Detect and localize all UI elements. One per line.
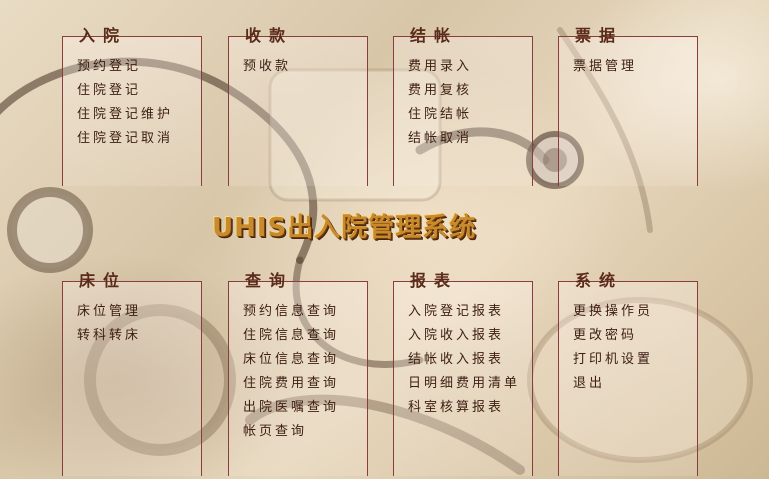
menu-list: 预约登记 住院登记 住院登记维护 住院登记取消 <box>63 36 201 152</box>
menu-panel-beds: 床位 床位管理 转科转床 <box>62 271 202 476</box>
panel-title: 查询 <box>245 271 294 290</box>
menu-item-change-operator[interactable]: 更换操作员 <box>573 301 697 325</box>
menu-item-change-password[interactable]: 更改密码 <box>573 325 697 349</box>
menu-list: 更换操作员 更改密码 打印机设置 退出 <box>559 281 697 397</box>
panel-header: 系统 <box>558 271 698 293</box>
panel-header: 票据 <box>558 26 698 48</box>
menu-item-reservation-query[interactable]: 预约信息查询 <box>243 301 367 325</box>
panel-header: 入院 <box>62 26 202 48</box>
panel-header: 报表 <box>393 271 533 293</box>
menu-item-prepayment[interactable]: 预收款 <box>243 56 367 80</box>
panel-title: 床位 <box>79 271 128 290</box>
menu-list: 费用录入 费用复核 住院结帐 结帐取消 <box>394 36 532 152</box>
menu-item-account-page-query[interactable]: 帐页查询 <box>243 421 367 445</box>
panel-header: 查询 <box>228 271 368 293</box>
menu-item-settlement-income-report[interactable]: 结帐收入报表 <box>408 349 532 373</box>
menu-panel-settlement: 结帐 费用录入 费用复核 住院结帐 结帐取消 <box>393 26 533 186</box>
menu-item-admission-report[interactable]: 入院登记报表 <box>408 301 532 325</box>
menu-item-inpatient-settlement[interactable]: 住院结帐 <box>408 104 532 128</box>
menu-item-inpatient-register-cancel[interactable]: 住院登记取消 <box>77 128 201 152</box>
menu-item-reservation-register[interactable]: 预约登记 <box>77 56 201 80</box>
panel-header: 结帐 <box>393 26 533 48</box>
menu-item-fee-query[interactable]: 住院费用查询 <box>243 373 367 397</box>
menu-item-inpatient-register-maintain[interactable]: 住院登记维护 <box>77 104 201 128</box>
menu-item-admission-income-report[interactable]: 入院收入报表 <box>408 325 532 349</box>
app-logo-title: UHIS出入院管理系统 <box>212 213 477 243</box>
panel-title: 入院 <box>79 26 128 45</box>
menu-list: 入院登记报表 入院收入报表 结帐收入报表 日明细费用清单 科室核算报表 <box>394 281 532 421</box>
menu-panel-admission: 入院 预约登记 住院登记 住院登记维护 住院登记取消 <box>62 26 202 186</box>
panel-title: 票据 <box>575 26 624 45</box>
menu-item-bed-query[interactable]: 床位信息查询 <box>243 349 367 373</box>
menu-item-bed-management[interactable]: 床位管理 <box>77 301 201 325</box>
menu-item-printer-settings[interactable]: 打印机设置 <box>573 349 697 373</box>
menu-item-fee-review[interactable]: 费用复核 <box>408 80 532 104</box>
panel-title: 结帐 <box>410 26 459 45</box>
menu-item-discharge-order-query[interactable]: 出院医嘱查询 <box>243 397 367 421</box>
menu-panel-reports: 报表 入院登记报表 入院收入报表 结帐收入报表 日明细费用清单 科室核算报表 <box>393 271 533 476</box>
menu-item-fee-entry[interactable]: 费用录入 <box>408 56 532 80</box>
menu-item-settlement-cancel[interactable]: 结帐取消 <box>408 128 532 152</box>
menu-item-transfer[interactable]: 转科转床 <box>77 325 201 349</box>
menu-item-inpatient-register[interactable]: 住院登记 <box>77 80 201 104</box>
menu-item-receipt-management[interactable]: 票据管理 <box>573 56 697 80</box>
menu-panel-query: 查询 预约信息查询 住院信息查询 床位信息查询 住院费用查询 出院医嘱查询 帐页… <box>228 271 368 476</box>
menu-item-department-accounting-report[interactable]: 科室核算报表 <box>408 397 532 421</box>
menu-panel-payment: 收款 预收款 <box>228 26 368 186</box>
menu-panel-system: 系统 更换操作员 更改密码 打印机设置 退出 <box>558 271 698 476</box>
menu-item-daily-fee-list[interactable]: 日明细费用清单 <box>408 373 532 397</box>
panel-header: 床位 <box>62 271 202 293</box>
panel-title: 报表 <box>410 271 459 290</box>
menu-list: 预约信息查询 住院信息查询 床位信息查询 住院费用查询 出院医嘱查询 帐页查询 <box>229 281 367 445</box>
menu-panel-receipts: 票据 票据管理 <box>558 26 698 186</box>
menu-item-exit[interactable]: 退出 <box>573 373 697 397</box>
panel-header: 收款 <box>228 26 368 48</box>
panel-title: 系统 <box>575 271 624 290</box>
panel-title: 收款 <box>245 26 294 45</box>
menu-item-inpatient-query[interactable]: 住院信息查询 <box>243 325 367 349</box>
